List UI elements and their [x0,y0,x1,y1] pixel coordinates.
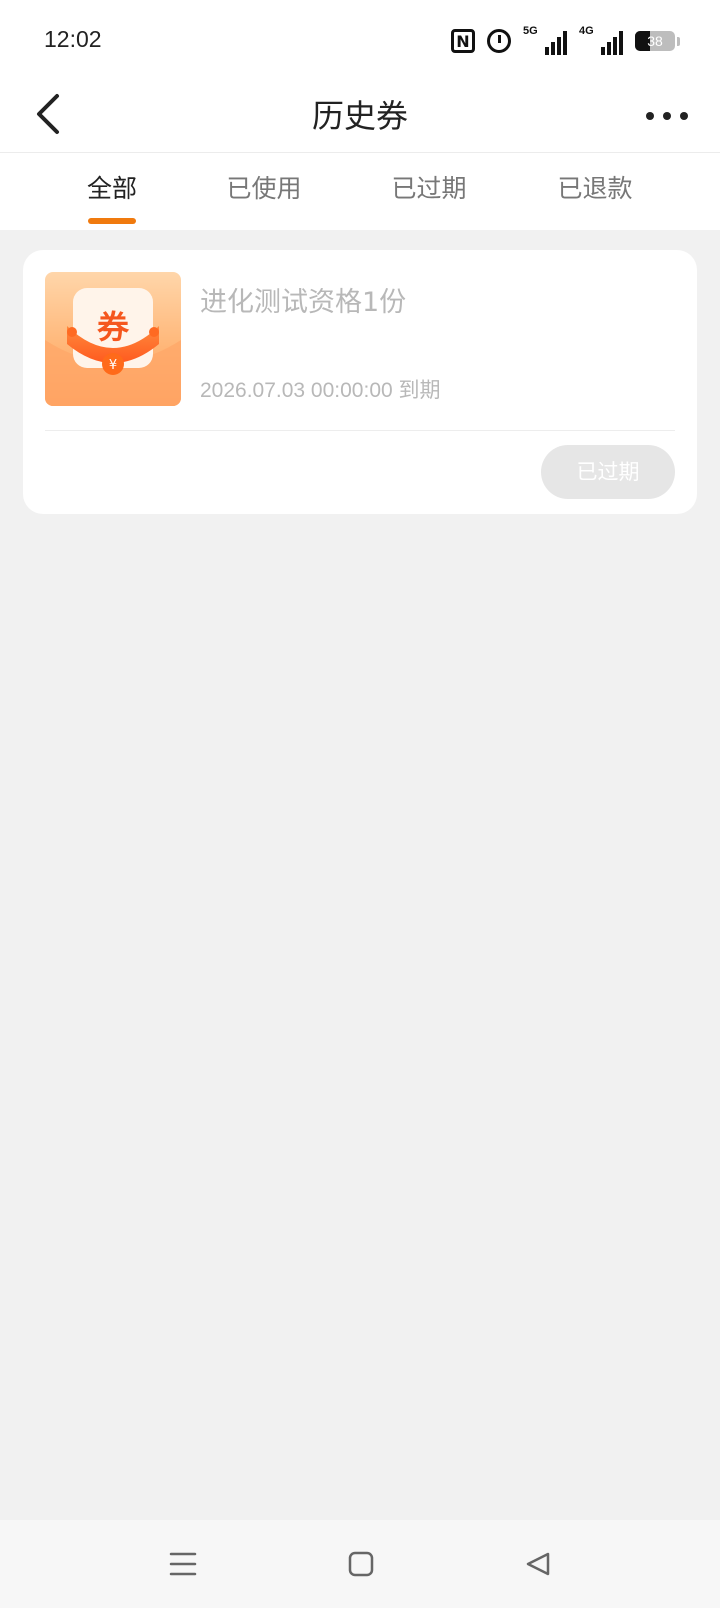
tab-refunded[interactable]: 已退款 [535,153,655,230]
tab-label: 已过期 [391,174,467,203]
more-dot-icon [663,112,671,120]
menu-icon [169,1552,197,1576]
tab-label: 全部 [86,174,137,203]
alarm-icon [487,29,511,53]
back-button[interactable] [18,84,78,144]
navigation-bar: 历史券 [0,80,720,153]
nfc-icon: N [451,29,475,53]
battery-tip [677,36,680,46]
system-navigation-bar [0,1520,720,1608]
signal-4g-label: 4G [579,25,594,37]
back-nav-button[interactable] [516,1542,560,1586]
home-button[interactable] [339,1542,383,1586]
coupon-thumbnail: ¥ 券 [45,272,181,406]
coupon-envelope-icon: ¥ 券 [45,288,181,406]
page-title: 历史券 [311,97,408,135]
coupon-icon-text: 券 [97,308,130,346]
tab-expired[interactable]: 已过期 [369,153,489,230]
active-tab-indicator [88,218,136,224]
svg-text:¥: ¥ [109,358,117,373]
coupon-expiry: 2026.07.03 00:00:00 到期 [200,379,441,402]
signal-5g-label: 5G [523,25,538,37]
chevron-left-icon [37,94,59,134]
filter-tabs: 全部 已使用 已过期 已退款 [0,153,720,230]
signal-4g-icon: 4G [579,25,623,55]
status-icons: N 5G 4G 38 [451,25,680,56]
battery-level: 38 [647,33,663,49]
more-dot-icon [646,112,654,120]
tab-label: 已使用 [226,174,302,203]
expired-status-button[interactable]: 已过期 [541,445,675,499]
coupon-name: 进化测试资格1份 [200,287,407,318]
menu-button[interactable] [161,1542,205,1586]
home-square-icon [348,1551,374,1577]
coupon-card[interactable]: ¥ 券 进化测试资格1份 2026.07.03 00:00:00 到期 已过期 [23,250,697,514]
signal-5g-icon: 5G [523,25,567,55]
more-options-button[interactable] [642,92,692,140]
more-dot-icon [680,112,688,120]
battery-icon: 38 [635,31,675,51]
card-divider [45,430,675,431]
tab-label: 已退款 [557,174,633,203]
back-triangle-icon [526,1552,550,1576]
status-bar: 12:02 N 5G 4G 38 [0,0,720,80]
tab-used[interactable]: 已使用 [204,153,324,230]
status-time: 12:02 [44,26,102,52]
tab-all[interactable]: 全部 [62,153,162,230]
